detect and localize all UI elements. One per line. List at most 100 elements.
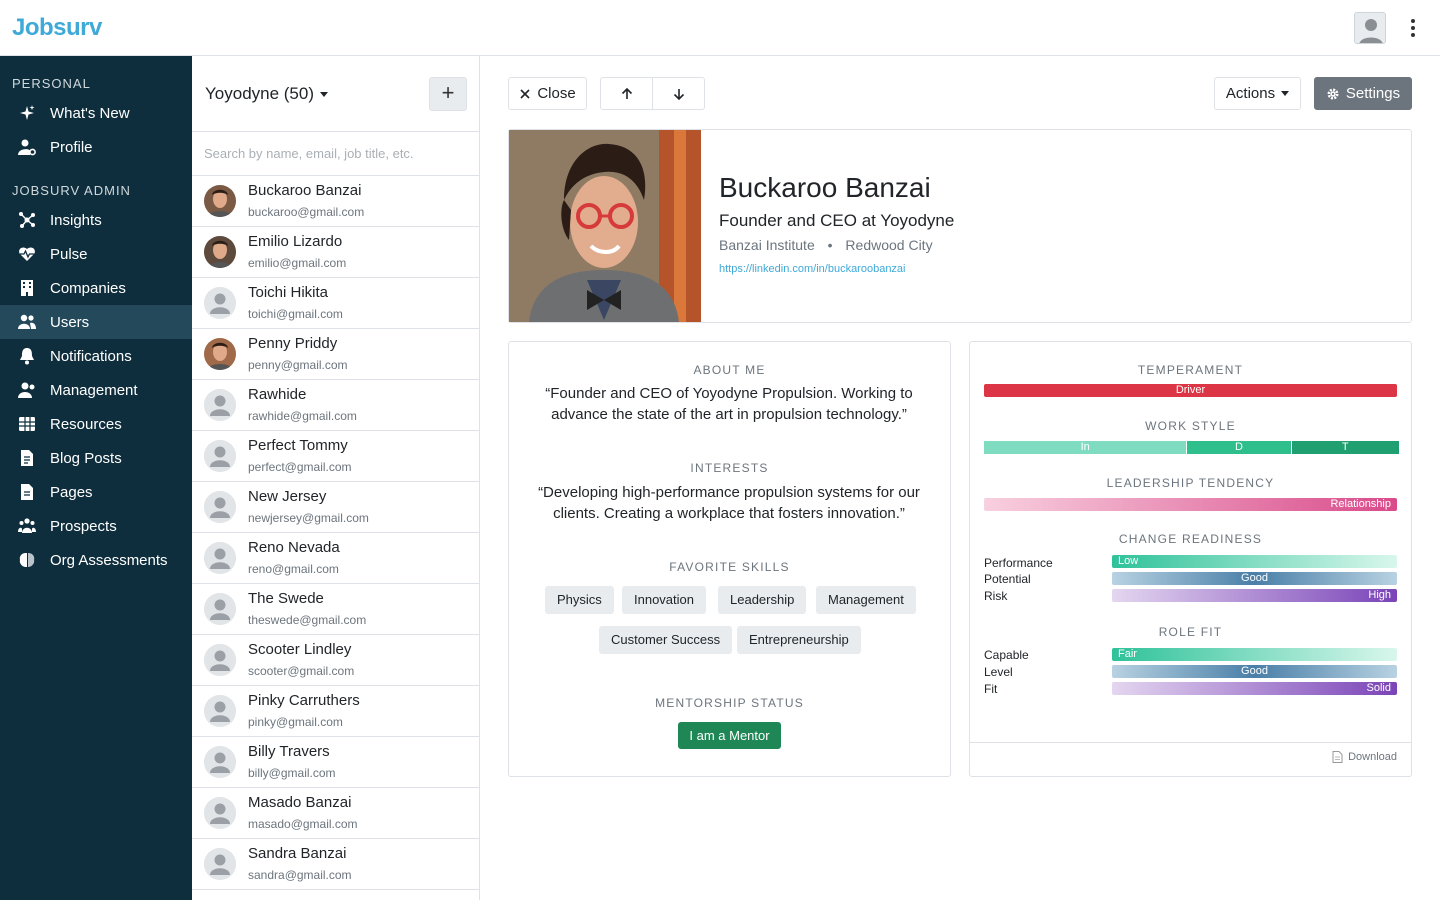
sidebar-item-insights[interactable]: Insights (0, 203, 192, 237)
user-list-item[interactable]: New Jersey newjersey@gmail.com (192, 482, 479, 533)
sparkles-icon (20, 105, 35, 120)
sidebar-item-label: Resources (50, 415, 122, 433)
skill-chip: Innovation (622, 586, 706, 614)
user-placeholder-icon (204, 389, 236, 421)
settings-button[interactable]: Settings (1314, 77, 1412, 110)
user-email: theswede@gmail.com (248, 613, 367, 627)
user-list-item[interactable]: Reno Nevada reno@gmail.com (192, 533, 479, 584)
previous-user-button[interactable] (600, 77, 653, 110)
skill-chip: Customer Success (599, 626, 733, 654)
user-name: Rawhide (248, 386, 307, 403)
caret-down-icon (320, 91, 329, 97)
user-name: Reno Nevada (248, 539, 340, 556)
sidebar-item-whats-new[interactable]: What's New (0, 96, 192, 130)
user-email: pinky@gmail.com (248, 715, 343, 729)
user-email: perfect@gmail.com (248, 460, 352, 474)
temperament-label: TEMPERAMENT (1137, 363, 1244, 377)
user-avatar (204, 185, 236, 217)
work-style-bar: In D T (984, 441, 1399, 454)
sidebar-item-prospects[interactable]: Prospects (0, 509, 192, 543)
user-list-item[interactable]: Pinky Carruthers pinky@gmail.com (192, 686, 479, 737)
user-list-item[interactable]: Billy Travers billy@gmail.com (192, 737, 479, 788)
account-avatar[interactable] (1354, 12, 1386, 44)
user-list-item[interactable]: Masado Banzai masado@gmail.com (192, 788, 479, 839)
user-list-item[interactable]: Scooter Lindley scooter@gmail.com (192, 635, 479, 686)
interests-label: INTERESTS (690, 461, 769, 475)
user-list-item[interactable]: Buckaroo Banzai buckaroo@gmail.com (192, 176, 479, 227)
user-avatar (204, 848, 236, 880)
sidebar-item-notifications[interactable]: Notifications (0, 339, 192, 373)
sidebar-item-label: Pulse (50, 245, 88, 263)
user-list-item[interactable]: Rawhide rawhide@gmail.com (192, 380, 479, 431)
user-search-input[interactable] (192, 132, 479, 175)
app-logo[interactable]: Jobsurv (12, 14, 102, 42)
sidebar-item-pulse[interactable]: Pulse (0, 237, 192, 271)
user-email: emilio@gmail.com (248, 256, 347, 270)
actions-dropdown-label: Actions (1225, 85, 1276, 102)
user-list: Buckaroo Banzai buckaroo@gmail.com Emilio … (192, 176, 479, 890)
change-row-label: Risk (984, 589, 1008, 603)
user-email: rawhide@gmail.com (248, 409, 357, 423)
user-avatar (204, 542, 236, 574)
more-options-icon[interactable] (1402, 16, 1424, 40)
next-user-button[interactable] (652, 77, 705, 110)
user-list-item[interactable]: Penny Priddy penny@gmail.com (192, 329, 479, 380)
sidebar-item-blog-posts[interactable]: Blog Posts (0, 441, 192, 475)
settings-button-label: Settings (1345, 85, 1401, 102)
performance-bar: Low (1112, 555, 1397, 568)
user-list-item[interactable]: The Swede theswede@gmail.com (192, 584, 479, 635)
close-button[interactable]: Close (508, 77, 587, 110)
user-list-item[interactable]: Sandra Banzai sandra@gmail.com (192, 839, 479, 890)
user-placeholder-icon (204, 287, 236, 319)
skill-chip: Management (816, 586, 916, 614)
profile-photo-image (509, 130, 701, 322)
sidebar-item-label: Profile (50, 138, 93, 156)
user-name: Sandra Banzai (248, 845, 347, 862)
user-list-item[interactable]: Toichi Hikita toichi@gmail.com (192, 278, 479, 329)
role-fit-label: ROLE FIT (1158, 625, 1223, 639)
change-row-label: Performance (984, 556, 1053, 570)
company-selector[interactable]: Yoyodyne (50) (205, 84, 329, 104)
bell-icon (20, 348, 34, 365)
sidebar-item-label: Notifications (50, 347, 132, 365)
profile-name: Buckaroo Banzai (719, 172, 931, 203)
mentor-button[interactable]: I am a Mentor (678, 722, 781, 749)
profile-org: Banzai Institute (719, 237, 815, 253)
user-list-item[interactable]: Perfect Tommy perfect@gmail.com (192, 431, 479, 482)
user-avatar (204, 644, 236, 676)
grid-icon (19, 417, 35, 431)
add-user-button[interactable]: + (429, 77, 467, 111)
change-readiness-label: CHANGE READINESS (1118, 532, 1263, 546)
user-list-item[interactable]: Emilio Lizardo emilio@gmail.com (192, 227, 479, 278)
skill-chip: Entrepreneurship (737, 626, 861, 654)
user-avatar (204, 338, 236, 370)
profile-linkedin-link[interactable]: https://linkedin.com/in/buckaroobanzai (719, 263, 906, 275)
user-avatar (204, 746, 236, 778)
change-row-label: Potential (984, 572, 1031, 586)
sidebar-item-management[interactable]: Management (0, 373, 192, 407)
profile-photo (509, 130, 701, 322)
sidebar-item-org-assessments[interactable]: Org Assessments (0, 543, 192, 577)
user-placeholder-icon (204, 593, 236, 625)
user-name: Scooter Lindley (248, 641, 352, 658)
brain-icon (19, 553, 35, 567)
sidebar-item-users[interactable]: Users (0, 305, 192, 339)
sidebar-item-profile[interactable]: Profile (0, 130, 192, 164)
sidebar-item-companies[interactable]: Companies (0, 271, 192, 305)
skill-chip: Leadership (718, 586, 807, 614)
user-email: toichi@gmail.com (248, 307, 343, 321)
sidebar-item-pages[interactable]: Pages (0, 475, 192, 509)
sidebar-item-resources[interactable]: Resources (0, 407, 192, 441)
user-name: New Jersey (248, 488, 327, 505)
sidebar-item-label: Insights (50, 211, 102, 229)
user-photo-icon (204, 338, 236, 370)
download-link[interactable]: Download (1332, 751, 1397, 763)
people-icon (18, 518, 36, 533)
sidebar-section-admin: JOBSURV ADMIN (12, 183, 131, 198)
user-name: Pinky Carruthers (248, 692, 360, 709)
card-divider (970, 742, 1411, 743)
actions-dropdown[interactable]: Actions (1214, 77, 1301, 110)
rolefit-row-label: Level (984, 665, 1013, 679)
work-style-segment: T (1291, 441, 1399, 454)
user-name: The Swede (248, 590, 324, 607)
